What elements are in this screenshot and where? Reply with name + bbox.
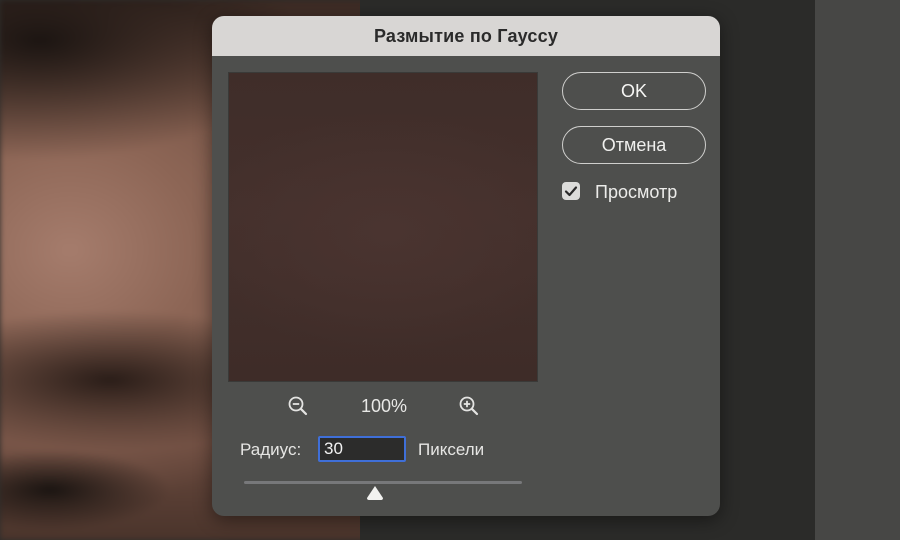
preview-checkbox[interactable] — [562, 182, 580, 200]
zoom-level: 100% — [360, 396, 408, 416]
radius-slider-track[interactable] — [244, 481, 522, 484]
cancel-button[interactable]: Отмена — [562, 126, 706, 164]
preview-label[interactable]: Просмотр — [595, 182, 677, 203]
side-panel — [815, 0, 900, 540]
ok-button[interactable]: OK — [562, 72, 706, 110]
zoom-in-icon[interactable] — [457, 394, 481, 418]
checkmark-icon — [564, 186, 578, 197]
radius-label: Радиус: — [240, 440, 302, 459]
blur-preview-area[interactable] — [228, 72, 538, 382]
dialog-titlebar[interactable]: Размытие по Гауссу — [212, 16, 720, 56]
gaussian-blur-dialog: Размытие по Гауссу 100% Радиус: Пиксели … — [212, 16, 720, 516]
triangle-thumb-icon[interactable] — [365, 485, 385, 501]
dialog-title: Размытие по Гауссу — [373, 25, 559, 46]
unit-label: Пиксели — [418, 440, 485, 459]
radius-input[interactable] — [318, 436, 406, 462]
zoom-out-icon[interactable] — [286, 394, 310, 418]
